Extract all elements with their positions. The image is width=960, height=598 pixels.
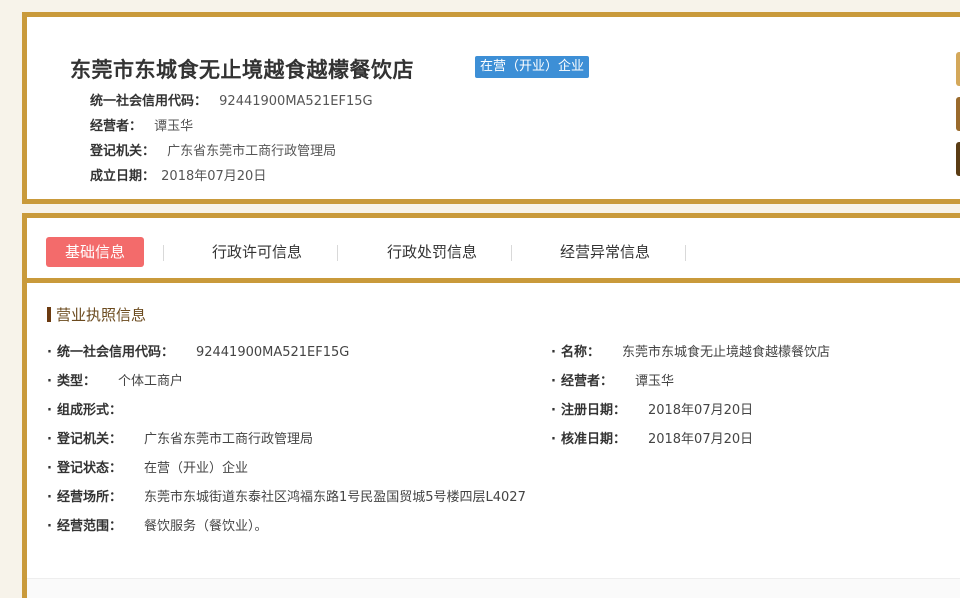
header-value-authority: 广东省东莞市工商行政管理局 [167, 144, 337, 159]
field-approved-date: · 核准日期： 2018年07月20日 [551, 428, 753, 447]
tab-admin-license[interactable]: 行政许可信息 [182, 237, 332, 267]
tab-abnormal-operation[interactable]: 经营异常信息 [530, 237, 680, 267]
field-type: · 类型： 个体工商户 [47, 370, 183, 389]
side-tab-3[interactable] [956, 142, 960, 176]
field-label: 名称： [560, 345, 600, 360]
bullet-dot: · [551, 345, 556, 360]
field-label: 类型： [56, 374, 96, 389]
field-label: 组成形式： [56, 403, 122, 418]
bullet-dot: · [47, 432, 52, 447]
company-name-title: 东莞市东城食无止境越食越檬餐饮店 [70, 58, 414, 82]
bullet-dot: · [47, 403, 52, 418]
field-operator: · 经营者： 谭玉华 [551, 370, 674, 389]
field-composition: · 组成形式： [47, 399, 144, 418]
field-name: · 名称： 东莞市东城食无止境越食越檬餐饮店 [551, 341, 830, 360]
company-header-card: 东莞市东城食无止境越食越檬餐饮店 在营（开业）企业 统一社会信用代码： 9244… [22, 12, 960, 204]
field-label: 经营场所： [56, 490, 122, 505]
side-tab-2[interactable] [956, 97, 960, 131]
field-value: 2018年07月20日 [647, 432, 754, 447]
bullet-dot: · [47, 519, 52, 534]
field-value: 在营（开业）企业 [143, 461, 248, 476]
field-label: 登记机关： [56, 432, 122, 447]
header-label-established: 成立日期： [90, 169, 156, 184]
side-tab-1[interactable] [956, 52, 960, 86]
field-label: 经营者： [560, 374, 613, 389]
bullet-dot: · [551, 432, 556, 447]
info-main-card: 基础信息 行政许可信息 行政处罚信息 经营异常信息 营业执照信息 · 统一社会信用… [22, 213, 960, 598]
header-row-established: 成立日期： 2018年07月20日 [90, 165, 266, 184]
field-value: 2018年07月20日 [647, 403, 754, 418]
field-registration-status: · 登记状态： 在营（开业）企业 [47, 457, 248, 476]
tab-separator [511, 245, 512, 261]
field-value: 东莞市东城食无止境越食越檬餐饮店 [621, 345, 830, 360]
field-value: 东莞市东城街道东泰社区鸿福东路1号民盈国贸城5号楼四层L4027 [143, 490, 526, 505]
field-business-scope: · 经营范围： 餐饮服务（餐饮业）。 [47, 515, 267, 534]
header-row-authority: 登记机关： 广东省东莞市工商行政管理局 [90, 140, 336, 159]
field-label: 登记状态： [56, 461, 122, 476]
header-row-operator: 经营者： 谭玉华 [90, 115, 193, 134]
tab-separator [163, 245, 164, 261]
bullet-dot: · [551, 403, 556, 418]
tab-separator [685, 245, 686, 261]
header-value-established: 2018年07月20日 [161, 169, 267, 184]
page: 东莞市东城食无止境越食越檬餐饮店 在营（开业）企业 统一社会信用代码： 9244… [0, 0, 960, 598]
field-value: 92441900MA521EF15G [195, 345, 350, 360]
header-label-credit-code: 统一社会信用代码： [90, 94, 208, 109]
field-business-address: · 经营场所： 东莞市东城街道东泰社区鸿福东路1号民盈国贸城5号楼四层L4027 [47, 486, 526, 505]
field-credit-code: · 统一社会信用代码： 92441900MA521EF15G [47, 341, 349, 360]
field-label: 统一社会信用代码： [56, 345, 174, 360]
header-label-authority: 登记机关： [90, 144, 156, 159]
header-value-operator: 谭玉华 [154, 119, 194, 134]
field-label: 注册日期： [560, 403, 626, 418]
bullet-dot: · [47, 374, 52, 389]
field-label: 核准日期： [560, 432, 626, 447]
bullet-dot: · [47, 490, 52, 505]
field-value: 广东省东莞市工商行政管理局 [143, 432, 313, 447]
field-value: 餐饮服务（餐饮业）。 [143, 519, 268, 534]
section-title-bar [47, 307, 51, 322]
bullet-dot: · [47, 345, 52, 360]
header-value-credit-code: 92441900MA521EF15G [219, 94, 373, 109]
info-tabbar: 基础信息 行政许可信息 行政处罚信息 经营异常信息 [27, 218, 960, 283]
bullet-dot: · [551, 374, 556, 389]
tab-admin-penalty[interactable]: 行政处罚信息 [357, 237, 507, 267]
section-title-text: 营业执照信息 [56, 306, 147, 324]
header-row-credit-code: 统一社会信用代码： 92441900MA521EF15G [90, 90, 373, 109]
field-registered-date: · 注册日期： 2018年07月20日 [551, 399, 753, 418]
tab-basic-info[interactable]: 基础信息 [46, 237, 144, 267]
section-title: 营业执照信息 [47, 304, 146, 325]
section-bottom-strip [27, 579, 960, 598]
field-value: 谭玉华 [634, 374, 674, 389]
tab-separator [337, 245, 338, 261]
field-label: 经营范围： [56, 519, 122, 534]
header-label-operator: 经营者： [90, 119, 143, 134]
field-authority: · 登记机关： 广东省东莞市工商行政管理局 [47, 428, 313, 447]
status-badge: 在营（开业）企业 [475, 56, 590, 78]
field-value: 个体工商户 [117, 374, 183, 389]
bullet-dot: · [47, 461, 52, 476]
